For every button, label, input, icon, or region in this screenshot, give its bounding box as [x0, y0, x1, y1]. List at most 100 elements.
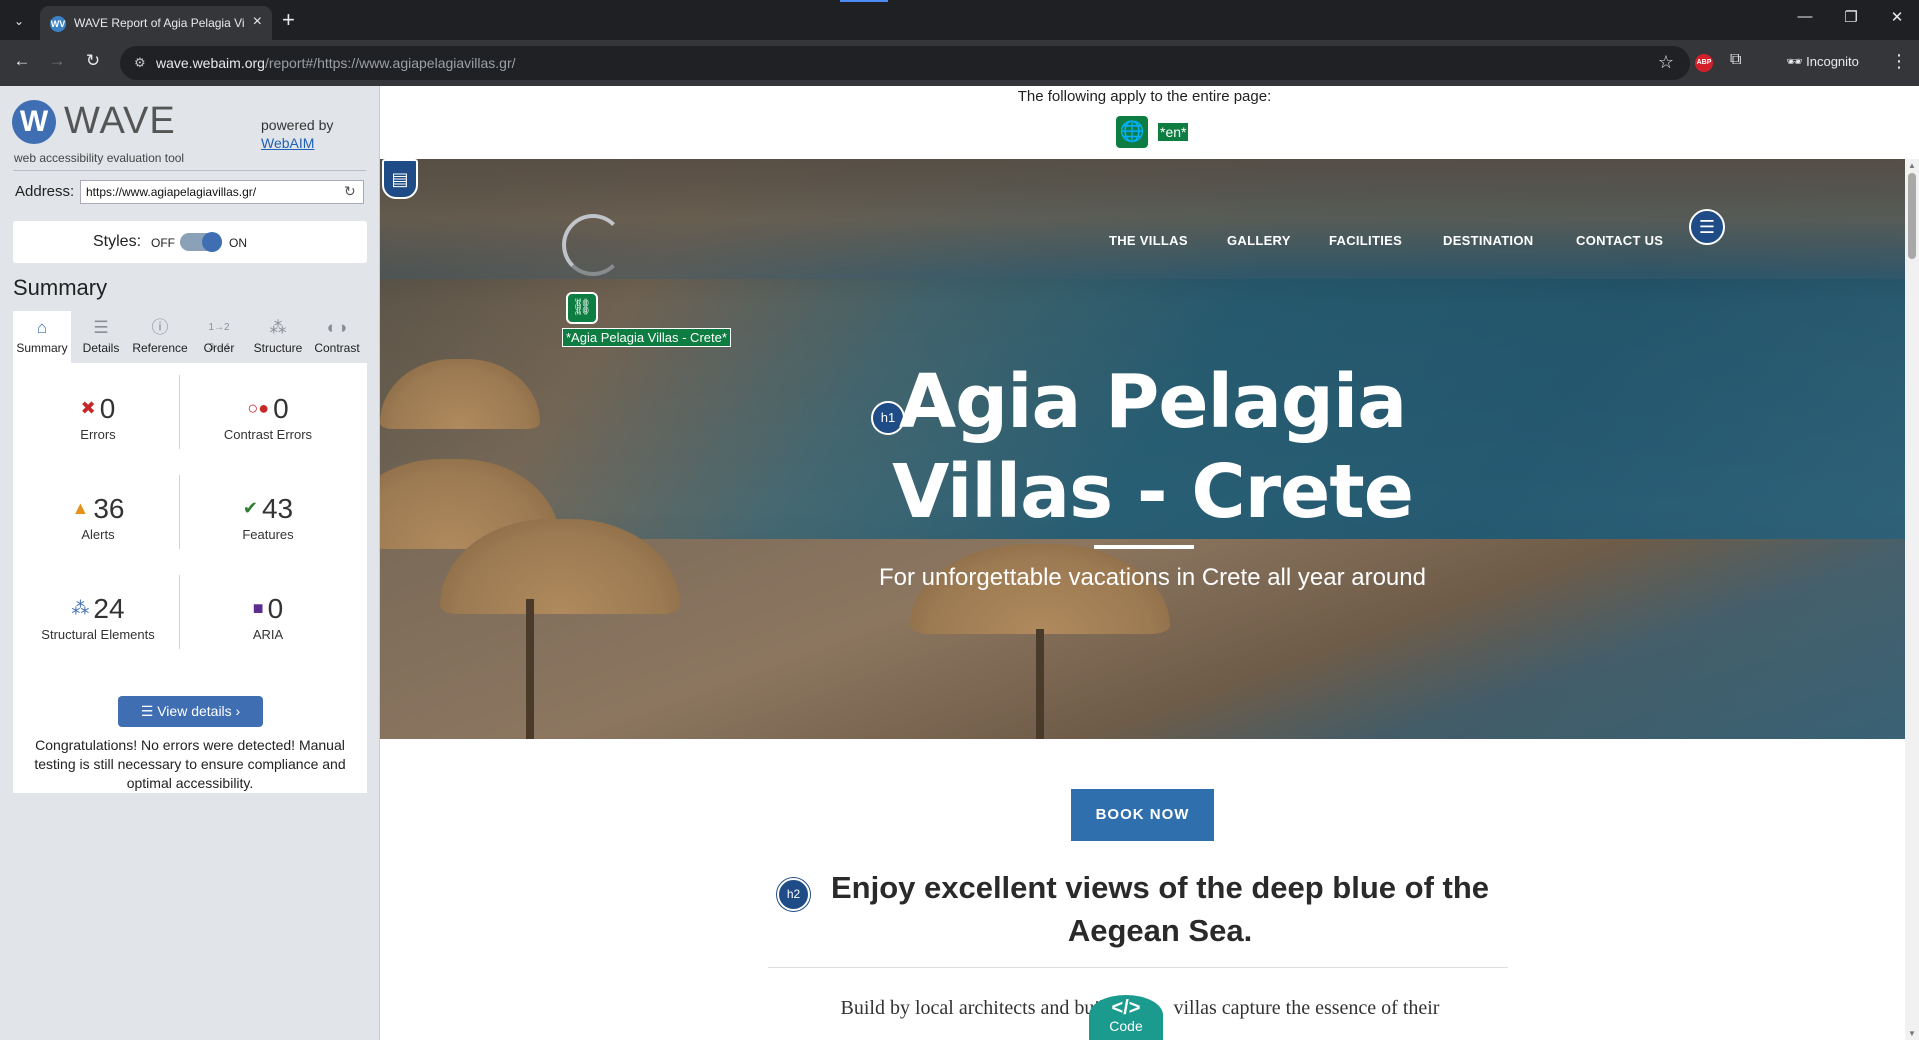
tab-summary[interactable]: ⌂ Summary [13, 311, 71, 363]
browser-toolbar: ← → ↻ ⚙ wave.webaim.org/report#/https://… [0, 40, 1919, 86]
browser-tab[interactable]: WV WAVE Report of Agia Pelagia Vi × [40, 6, 272, 40]
tab-list-icon[interactable]: ⌄ [8, 10, 30, 32]
hero-divider [1094, 545, 1194, 549]
page-scrollbar[interactable]: ▲ ▼ [1905, 159, 1919, 1040]
hero-title-line: Villas - Crete [892, 449, 1414, 535]
tab-label: Contrast [314, 341, 360, 355]
structure-icon: ⁂ [269, 318, 287, 337]
stat-contrast-errors[interactable]: ○● 0 Contrast Errors [193, 393, 343, 442]
stat-features[interactable]: ✔ 43 Features [193, 493, 343, 542]
nav-destination[interactable]: DESTINATION [1443, 233, 1533, 248]
contrast-error-icon: ○● [247, 398, 270, 418]
code-icon: </> [1111, 997, 1141, 1019]
h2-badge-icon[interactable]: h2 [777, 878, 810, 911]
book-now-button[interactable]: BOOK NOW [1071, 789, 1214, 841]
divider [768, 967, 1508, 968]
scroll-up-icon[interactable]: ▲ [1908, 161, 1916, 170]
tab-title: WAVE Report of Agia Pelagia Vi [74, 16, 244, 30]
url-text[interactable]: wave.webaim.org/report#/https://www.agia… [156, 55, 516, 71]
new-tab-icon[interactable]: + [282, 7, 295, 33]
back-icon[interactable]: ← [10, 51, 34, 71]
webaim-link[interactable]: WebAIM [261, 135, 314, 151]
nav-gallery[interactable]: GALLERY [1227, 233, 1291, 248]
wave-region-icon[interactable]: ▤ [382, 159, 418, 199]
more-menu-icon[interactable]: ⋮ [1890, 51, 1908, 72]
tab-reference[interactable]: ⓘ Reference [131, 311, 189, 363]
adblock-extension-icon[interactable]: ABP [1695, 54, 1713, 72]
wave-logo-text: WAVE [64, 100, 176, 142]
error-icon: ✖ [80, 398, 96, 418]
forward-icon[interactable]: → [45, 51, 69, 71]
list-structure-icon[interactable]: ☰ [1689, 209, 1725, 245]
stat-errors[interactable]: ✖ 0 Errors [23, 393, 173, 442]
applies-text: The following apply to the entire page: [1017, 88, 1272, 105]
styles-label: Styles: [93, 233, 142, 250]
scroll-down-icon[interactable]: ▼ [1908, 1029, 1916, 1038]
bookmark-star-icon[interactable]: ☆ [1658, 52, 1674, 73]
styles-toggle-panel: Styles: OFF ON [13, 221, 367, 263]
minimize-icon[interactable]: — [1785, 8, 1825, 25]
powered-by: powered by WebAIM [261, 116, 333, 152]
errors-label: Errors [80, 427, 116, 442]
wave-favicon-icon: WV [50, 16, 66, 32]
body-text-left: Build by local architects and buil [840, 997, 1106, 1019]
view-details-button[interactable]: ☰ View details › [118, 696, 263, 727]
address-input[interactable] [80, 180, 364, 204]
address-label: Address: [15, 183, 75, 200]
close-icon[interactable]: × [253, 13, 262, 31]
divider [179, 375, 180, 449]
tab-structure[interactable]: ⁂ Structure [249, 311, 307, 363]
list-icon: ☰ [140, 703, 158, 719]
site-controls-icon[interactable]: ⚙ [134, 55, 146, 71]
divider [13, 170, 366, 171]
refresh-icon[interactable]: ↻ [344, 183, 356, 200]
view-details-label: View details › [157, 703, 241, 719]
nav-contact-us[interactable]: CONTACT US [1576, 233, 1663, 248]
alerts-count: 36 [93, 493, 125, 524]
umbrella-pole [1036, 629, 1044, 739]
code-toggle-button[interactable]: </> Code [1089, 995, 1163, 1040]
tab-label: Structure [253, 341, 303, 355]
stat-aria[interactable]: ■ 0 ARIA [193, 593, 343, 642]
styles-toggle[interactable] [180, 232, 222, 252]
contrast-errors-label: Contrast Errors [223, 427, 313, 442]
stat-alerts[interactable]: ▲ 36 Alerts [23, 493, 173, 542]
nav-facilities[interactable]: FACILITIES [1329, 233, 1402, 248]
structure-icon: ⁂ [71, 598, 90, 618]
stat-structural[interactable]: ⁂ 24 Structural Elements [23, 593, 173, 642]
section-heading: Enjoy excellent views of the deep blue o… [830, 870, 1490, 948]
extensions-icon[interactable]: ⧉ [1730, 51, 1741, 69]
feature-icon: ✔ [242, 498, 258, 518]
wave-tabs: ⌂ Summary ☰ Details ⓘ Reference 1→2 3→4 O… [13, 311, 367, 363]
wave-sidebar: W WAVE web accessibility evaluation tool… [0, 86, 380, 1040]
powered-by-text: powered by [261, 117, 334, 133]
styles-on-label: ON [229, 236, 247, 250]
alert-icon: ▲ [71, 498, 90, 518]
summary-panel: ✖ 0 Errors ○● 0 Contrast Errors ▲ 36 Alerts… [13, 363, 367, 793]
errors-count: 0 [99, 393, 116, 424]
tab-label: Order [203, 341, 235, 355]
reload-icon[interactable]: ↻ [81, 51, 105, 71]
scroll-thumb[interactable] [1908, 173, 1916, 259]
tab-details[interactable]: ☰ Details [72, 311, 130, 363]
incognito-indicator[interactable]: 🕶 Incognito [1776, 47, 1869, 77]
tab-contrast[interactable]: ◐◑ Contrast [308, 311, 366, 363]
styles-off-label: OFF [151, 236, 175, 250]
list-icon: ☰ [93, 318, 109, 337]
hero-subtitle: For unforgettable vacations in Crete all… [879, 564, 1426, 591]
wave-logo-subtitle: web accessibility evaluation tool [14, 151, 185, 165]
restore-icon[interactable]: ❐ [1831, 8, 1871, 26]
umbrella-image [380, 359, 540, 429]
address-bar[interactable]: ⚙ wave.webaim.org/report#/https://www.ag… [120, 46, 1690, 80]
page-wide-icons: The following apply to the entire page: … [380, 86, 1909, 158]
incognito-icon: 🕶 [1786, 54, 1807, 69]
tab-order[interactable]: 1→2 3→4 Order [190, 311, 248, 363]
hero-banner: ▤ ⛓ *Agia Pelagia Villas - Crete* THE VI… [380, 159, 1905, 739]
contrast-icon: ◐◑ [326, 318, 348, 337]
linked-image-icon[interactable]: ⛓ [566, 292, 598, 324]
url-host: wave.webaim.org [156, 55, 265, 71]
aria-icon: ■ [252, 598, 264, 618]
nav-the-villas[interactable]: THE VILLAS [1109, 233, 1188, 248]
window-close-icon[interactable]: ✕ [1877, 8, 1917, 26]
language-globe-icon[interactable]: 🌐 [1116, 116, 1148, 148]
